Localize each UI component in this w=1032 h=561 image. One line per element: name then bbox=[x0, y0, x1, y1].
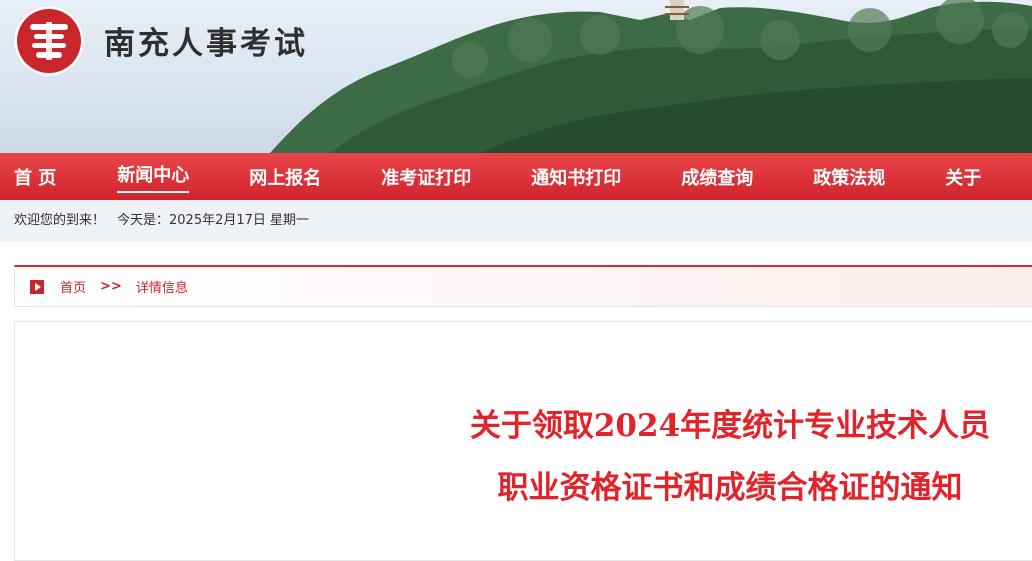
main-nav: 首 页 新闻中心 网上报名 准考证打印 通知书打印 成绩查询 政策法规 关于 bbox=[0, 153, 1032, 200]
breadcrumb-current[interactable]: 详情信息 bbox=[136, 277, 188, 296]
logo[interactable] bbox=[14, 6, 84, 76]
article-title-line-2: 职业资格证书和成绩合格证的通知 bbox=[497, 470, 963, 506]
breadcrumb-separator: >> bbox=[100, 279, 122, 294]
nav-item-label: 关于 bbox=[945, 167, 982, 189]
nav-item-label: 成绩查询 bbox=[681, 167, 754, 189]
nav-item-score-query[interactable]: 成绩查询 bbox=[681, 153, 753, 200]
seal-logo-icon bbox=[30, 22, 68, 60]
site-title: 南充人事考试 bbox=[104, 26, 308, 62]
nav-item-label: 政策法规 bbox=[813, 167, 886, 189]
nav-item-home[interactable]: 首 页 bbox=[14, 153, 56, 200]
nav-item-about[interactable]: 关于 bbox=[945, 153, 981, 200]
nav-item-label: 准考证打印 bbox=[381, 167, 472, 189]
current-date: 今天是：2025年2月17日 星期一 bbox=[117, 213, 310, 228]
nav-item-label: 网上报名 bbox=[249, 167, 322, 189]
nav-item-label: 首 页 bbox=[14, 167, 57, 189]
nav-item-label: 通知书打印 bbox=[531, 167, 622, 189]
nav-item-news[interactable]: 新闻中心 bbox=[117, 153, 190, 200]
breadcrumb: 首页 >> 详情信息 bbox=[14, 265, 1032, 307]
nav-item-label: 新闻中心 bbox=[117, 161, 190, 193]
nav-item-admission-ticket[interactable]: 准考证打印 bbox=[381, 153, 471, 200]
nav-item-notice-print[interactable]: 通知书打印 bbox=[531, 153, 621, 200]
welcome-bar: 欢迎您的到来！ 今天是：2025年2月17日 星期一 bbox=[0, 200, 1032, 242]
nav-item-policies[interactable]: 政策法规 bbox=[813, 153, 885, 200]
play-arrow-icon bbox=[30, 279, 44, 294]
article-panel: 关于领取2024年度统计专业技术人员 职业资格证书和成绩合格证的通知 bbox=[14, 321, 1032, 561]
breadcrumb-home-link[interactable]: 首页 bbox=[60, 277, 86, 296]
header-banner: 南充人事考试 bbox=[0, 0, 1032, 153]
welcome-greeting: 欢迎您的到来！ bbox=[14, 213, 106, 228]
nav-item-online-registration[interactable]: 网上报名 bbox=[249, 153, 321, 200]
article-title-line-1: 关于领取2024年度统计专业技术人员 bbox=[469, 408, 991, 444]
